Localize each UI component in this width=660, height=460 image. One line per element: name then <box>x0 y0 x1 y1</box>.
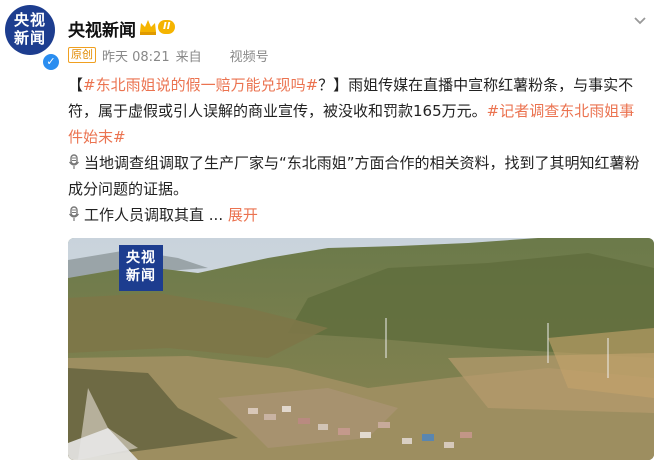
microphone-icon <box>69 154 79 169</box>
expand-link[interactable]: 展开 <box>228 206 258 224</box>
microphone-icon <box>69 206 79 221</box>
post-text-2: 当地调查组调取了生产厂家与“东北雨姐”方面合作的相关资料，找到了其明知红薯粉成分… <box>68 154 640 198</box>
post-text-3: 工作人员调取其直 <box>84 206 205 224</box>
post-meta: 原创 昨天 08:21 来自 视频号 <box>68 46 269 65</box>
account-name[interactable]: 央视新闻 <box>68 16 136 41</box>
topic-link-1[interactable]: #东北雨姐说的假一赔万能兑现吗# <box>83 76 318 94</box>
post-body: 【#东北雨姐说的假一赔万能兑现吗#？】雨姐传媒在直播中宣称红薯粉条，与事实不符，… <box>68 72 646 228</box>
crown-icon <box>140 20 156 35</box>
post-paragraph-2: 当地调查组调取了生产厂家与“东北雨姐”方面合作的相关资料，找到了其明知红薯粉成分… <box>68 150 646 202</box>
post-source[interactable]: 视频号 <box>230 46 269 65</box>
level-badge: II <box>158 20 176 34</box>
avatar-logo-text: 央视 新闻 <box>13 11 46 47</box>
watermark-logo: 央视 新闻 <box>119 245 163 291</box>
chevron-down-icon[interactable] <box>632 12 648 28</box>
post-paragraph-1: 【#东北雨姐说的假一赔万能兑现吗#？】雨姐传媒在直播中宣称红薯粉条，与事实不符，… <box>68 72 646 150</box>
post-time: 昨天 08:21 <box>102 49 170 65</box>
post-from-label: 来自 <box>175 49 202 65</box>
original-tag: 原创 <box>68 47 96 63</box>
post-paragraph-3: 工作人员调取其直 ... 展开 <box>68 202 646 228</box>
bracket-open: 【 <box>68 76 84 94</box>
avatar[interactable]: 央视 新闻 <box>5 5 55 55</box>
truncation-ellipsis: ... <box>204 206 228 224</box>
verified-icon: ✓ <box>41 52 61 72</box>
video-thumbnail[interactable]: 央视 新闻 <box>68 238 654 460</box>
